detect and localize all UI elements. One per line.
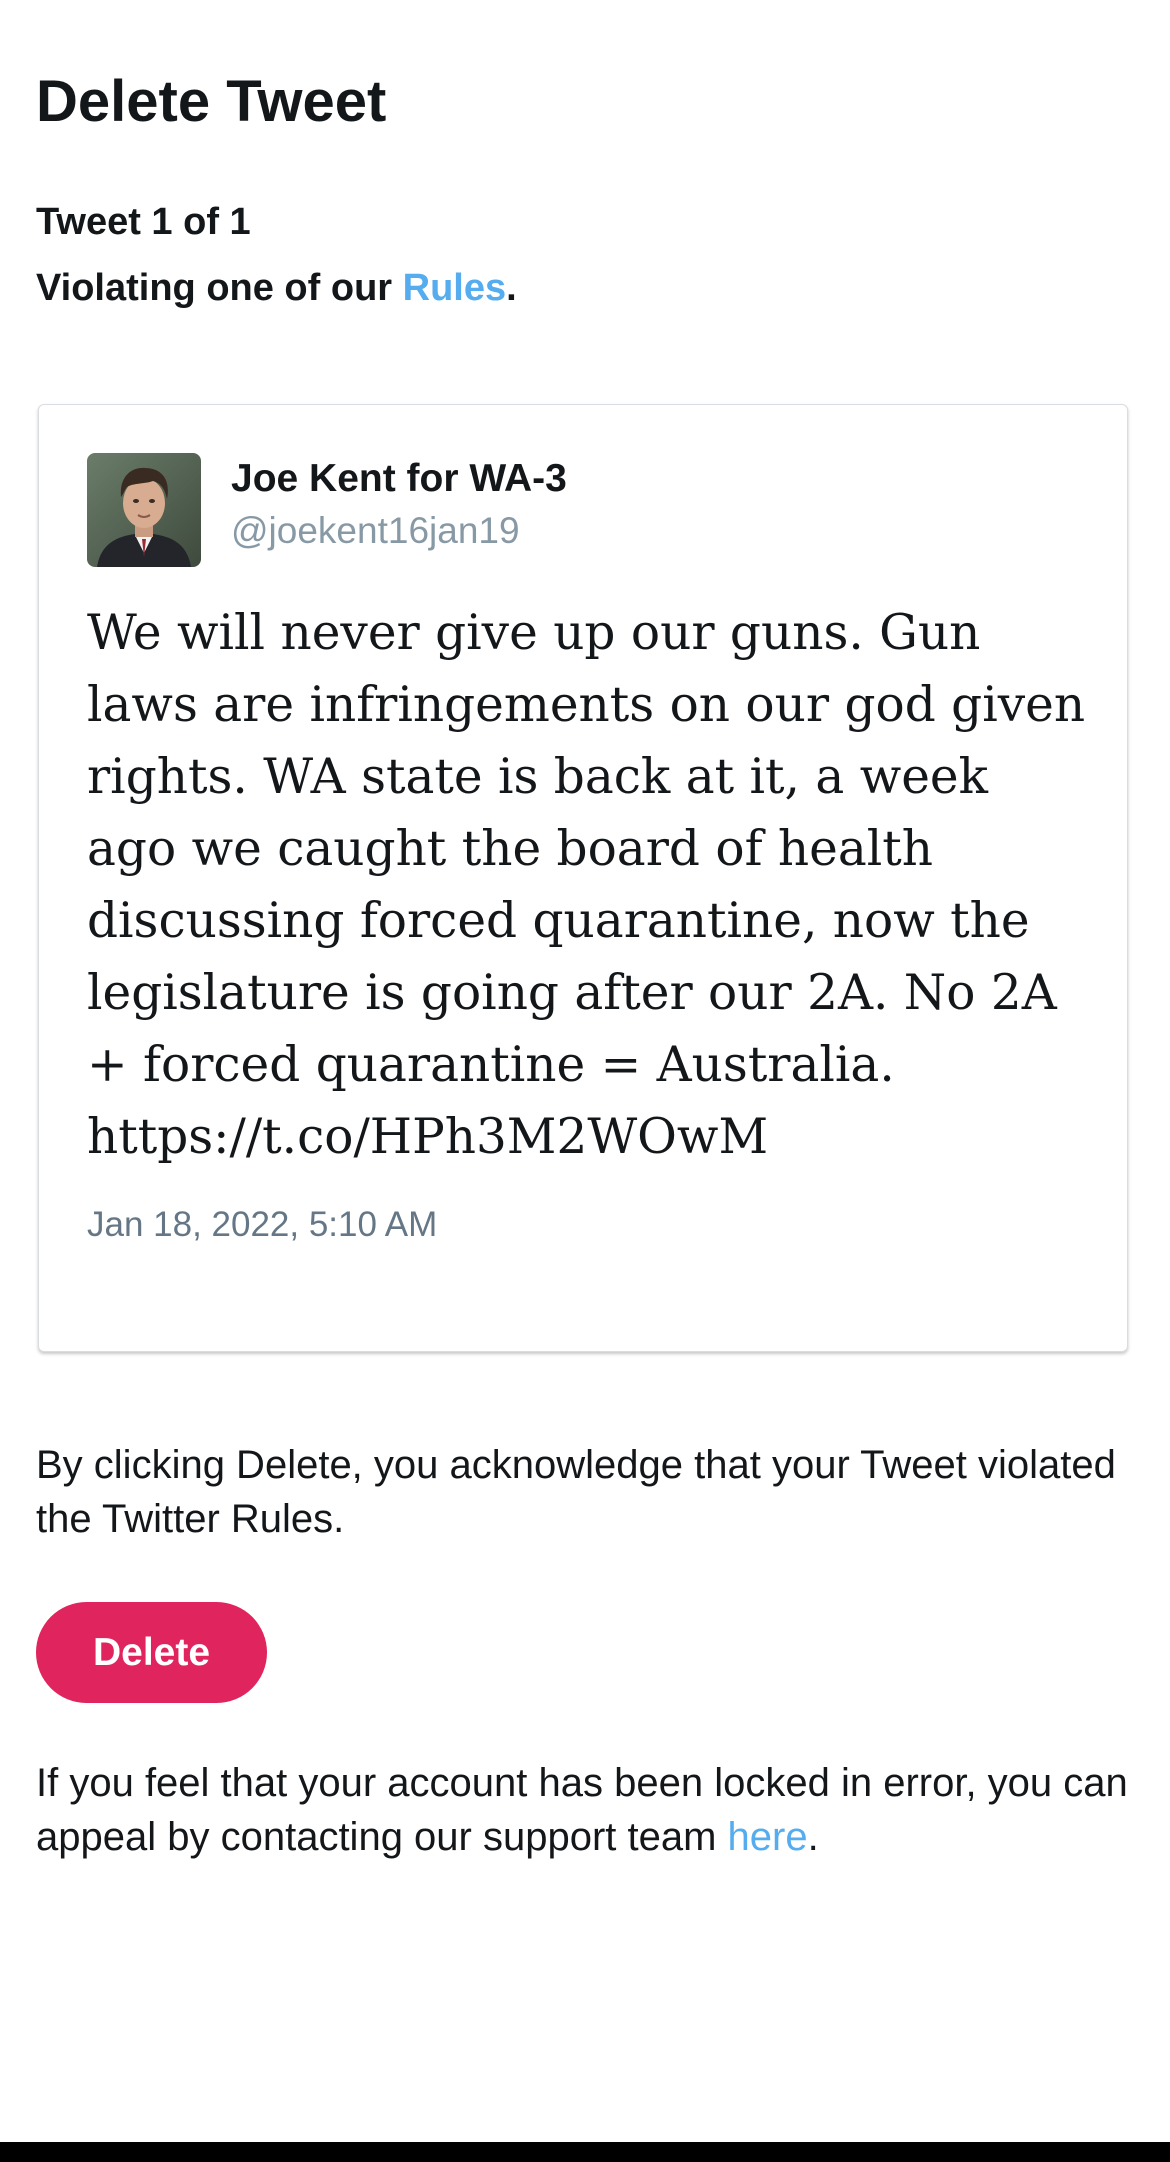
support-link[interactable]: here — [728, 1815, 808, 1859]
tweet-card: Joe Kent for WA-3 @joekent16jan19 We wil… — [38, 404, 1128, 1352]
appeal-notice: If you feel that your account has been l… — [36, 1756, 1134, 1864]
violation-reason-text: Violating one of our — [36, 267, 403, 309]
tweet-author-name: Joe Kent for WA-3 — [231, 457, 567, 500]
tweet-author-handle: @joekent16jan19 — [231, 510, 520, 551]
violation-reason-period: . — [506, 267, 517, 309]
appeal-notice-text: If you feel that your account has been l… — [36, 1761, 1128, 1859]
page-title: Delete Tweet — [36, 69, 387, 134]
tweet-counter: Tweet 1 of 1 — [36, 201, 251, 243]
profile-photo-image — [87, 453, 201, 567]
rules-link[interactable]: Rules — [403, 267, 506, 309]
home-indicator-bar — [0, 2142, 1170, 2162]
violation-reason: Violating one of our Rules. — [36, 262, 517, 314]
avatar — [87, 453, 201, 567]
tweet-text: We will never give up our guns. Gun laws… — [87, 605, 1086, 1165]
delete-acknowledgement: By clicking Delete, you acknowledge that… — [36, 1443, 1116, 1541]
appeal-notice-period: . — [807, 1815, 819, 1859]
delete-button[interactable]: Delete — [36, 1602, 267, 1703]
tweet-timestamp: Jan 18, 2022, 5:10 AM — [87, 1205, 438, 1244]
